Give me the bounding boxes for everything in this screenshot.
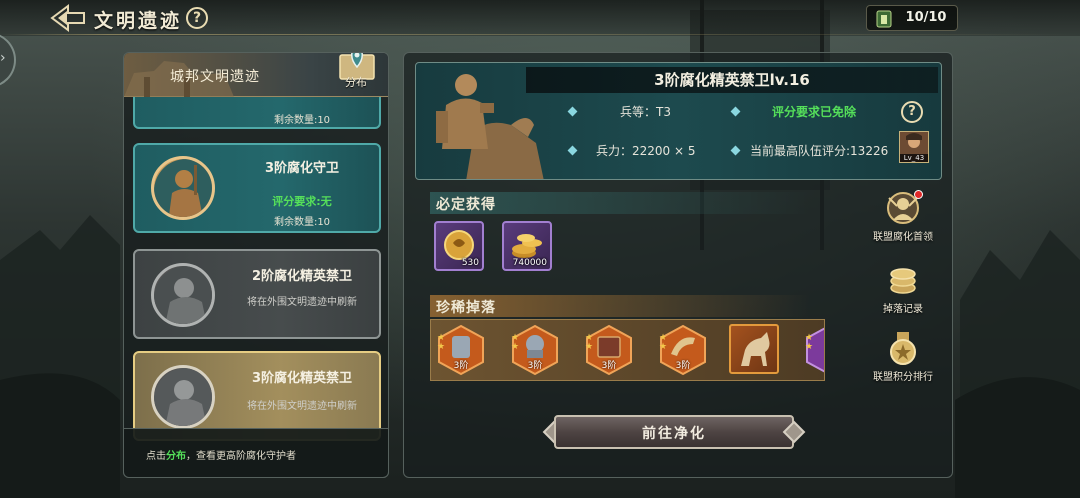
gray-warrior-icon (154, 368, 212, 426)
bullet-diamond (567, 145, 578, 156)
rare-header: 珍稀掉落 (430, 295, 810, 317)
star-rating-icon: ★ ★ (437, 333, 446, 352)
item-quantity: 740000 (512, 258, 547, 268)
distribution-label: 分布 (345, 76, 367, 89)
stamina-counter[interactable]: 10/10 (866, 5, 958, 31)
alliance-ranking-button[interactable]: 联盟积分排行 (868, 330, 938, 390)
alliance-ranking-label: 联盟积分排行 (873, 372, 933, 383)
bullet-diamond (567, 106, 578, 117)
rare-item-armor[interactable]: ★ ★ 3阶 (435, 324, 487, 376)
stamina-text: 10/10 (905, 10, 947, 25)
footer-text: 点击分布，查看更高阶腐化守护者 (146, 447, 296, 462)
guard-portrait (151, 263, 215, 327)
potion-icon (876, 10, 892, 28)
list-header: 城邦文明遗迹 分布 (124, 53, 388, 97)
card-name: 2阶腐化精英禁卫 (251, 269, 353, 284)
rare-item-helmet[interactable]: ★ ★ 3阶 (509, 324, 561, 376)
star-rating-icon: ★ ★ (659, 333, 668, 352)
footer-prefix: 点击 (146, 451, 166, 462)
help-icon[interactable]: ? (186, 7, 208, 29)
star-rating-icon: ★ ★ (585, 333, 594, 352)
notification-dot (914, 190, 923, 199)
score-waived: 评分要求已免除 (772, 105, 857, 119)
item-tier: 3阶 (675, 361, 691, 371)
guard-portrait (151, 156, 215, 220)
list-header-title: 城邦文明遗迹 (170, 69, 260, 85)
title-divider (0, 34, 1080, 35)
troop-tier: 兵等：T3 (620, 105, 671, 119)
reward-item-medal[interactable]: 530 (434, 221, 484, 271)
rare-item-warhorse[interactable] (729, 324, 779, 374)
drop-record-label: 掉落记录 (883, 304, 923, 315)
page-title: 文明遗迹 (94, 10, 183, 32)
drop-record-button[interactable]: 掉落记录 (868, 262, 938, 322)
card-remaining: 剩余数量:10 (273, 115, 331, 126)
card-name: 3阶腐化守卫 (264, 161, 340, 176)
boss-banner: 3阶腐化精英禁卫lv.16 兵等：T3 评分要求已免除 ? 兵力：22200 ×… (415, 62, 942, 180)
rare-drop-strip: ★ ★ 3阶 ★ ★ 3阶 ★ ★ 3阶 ★ ★ 3阶 ★ ★ (430, 319, 825, 381)
guardian-card-3[interactable]: 2阶腐化精英禁卫 将在外围文明遗迹中刷新 (133, 249, 381, 339)
item-quantity: 530 (461, 258, 479, 268)
card-remaining: 剩余数量:10 (273, 217, 331, 228)
side-expand-tab[interactable]: › (0, 32, 16, 88)
distribution-button[interactable]: 分布 (322, 53, 388, 95)
troop-strength: 兵力：22200 × 5 (596, 144, 696, 158)
alliance-boss-label: 联盟腐化首领 (873, 232, 933, 243)
rare-item-book[interactable]: ★ ★ 3阶 (583, 324, 635, 376)
reward-item-gold[interactable]: 740000 (502, 221, 552, 271)
card-name: 3阶腐化精英禁卫 (251, 371, 353, 386)
boss-title: 3阶腐化精英禁卫lv.16 (654, 71, 810, 89)
back-arrow-icon (50, 4, 85, 32)
ranking-medal-icon (890, 332, 916, 365)
boss-cavalry-icon (436, 74, 544, 179)
guard-portrait (151, 365, 215, 429)
guaranteed-header: 必定获得 (430, 192, 810, 214)
help-icon[interactable]: ? (901, 101, 923, 123)
coin-stack-icon (890, 268, 916, 294)
player-avatar[interactable]: Lv_43 (899, 131, 929, 163)
commander-face-icon (900, 132, 928, 154)
item-tier: 3阶 (527, 361, 543, 371)
team-score: 当前最高队伍评分:13226 (750, 144, 889, 158)
rare-title: 珍稀掉落 (436, 300, 496, 316)
footer-suffix: ，查看更高阶腐化守护者 (186, 451, 296, 462)
bullet-diamond (730, 106, 741, 117)
bullet-diamond (730, 145, 741, 156)
star-rating-icon: ★ ★ (511, 333, 520, 352)
go-purify-label: 前往净化 (642, 426, 706, 442)
footer-tip: 点击分布，查看更高阶腐化守护者 (123, 428, 389, 478)
item-tier: 3阶 (453, 361, 469, 371)
card-hint: 将在外围文明遗迹中刷新 (247, 401, 357, 412)
rare-item-horn[interactable]: ★ ★ 3阶 (657, 324, 709, 376)
guardian-card-2[interactable]: 3阶腐化守卫 评分要求:无 剩余数量:10 (133, 143, 381, 233)
bronze-warrior-icon (154, 159, 212, 217)
card-hint: 将在外围文明遗迹中刷新 (247, 297, 357, 308)
back-button[interactable] (50, 4, 86, 32)
guaranteed-title: 必定获得 (436, 197, 496, 213)
warhorse-icon (741, 332, 770, 366)
alliance-boss-button[interactable]: 联盟腐化首领 (868, 190, 938, 250)
go-purify-button[interactable]: 前往净化 (542, 415, 806, 449)
gray-warrior-icon (154, 266, 212, 324)
guardian-list-panel: 剩余数量:10 城邦文明遗迹 分布 3阶腐化守卫 评分要求:无 剩余数量:10 … (123, 52, 389, 478)
player-level: Lv_43 (900, 154, 928, 162)
chevron-right-icon: › (0, 50, 6, 66)
item-tier: 3阶 (601, 361, 617, 371)
card-requirement: 评分要求:无 (272, 195, 332, 208)
rare-item-partial[interactable]: ★ ★ (803, 324, 824, 376)
footer-distribution-link[interactable]: 分布 (166, 451, 186, 462)
star-rating-icon: ★ ★ (805, 333, 814, 352)
